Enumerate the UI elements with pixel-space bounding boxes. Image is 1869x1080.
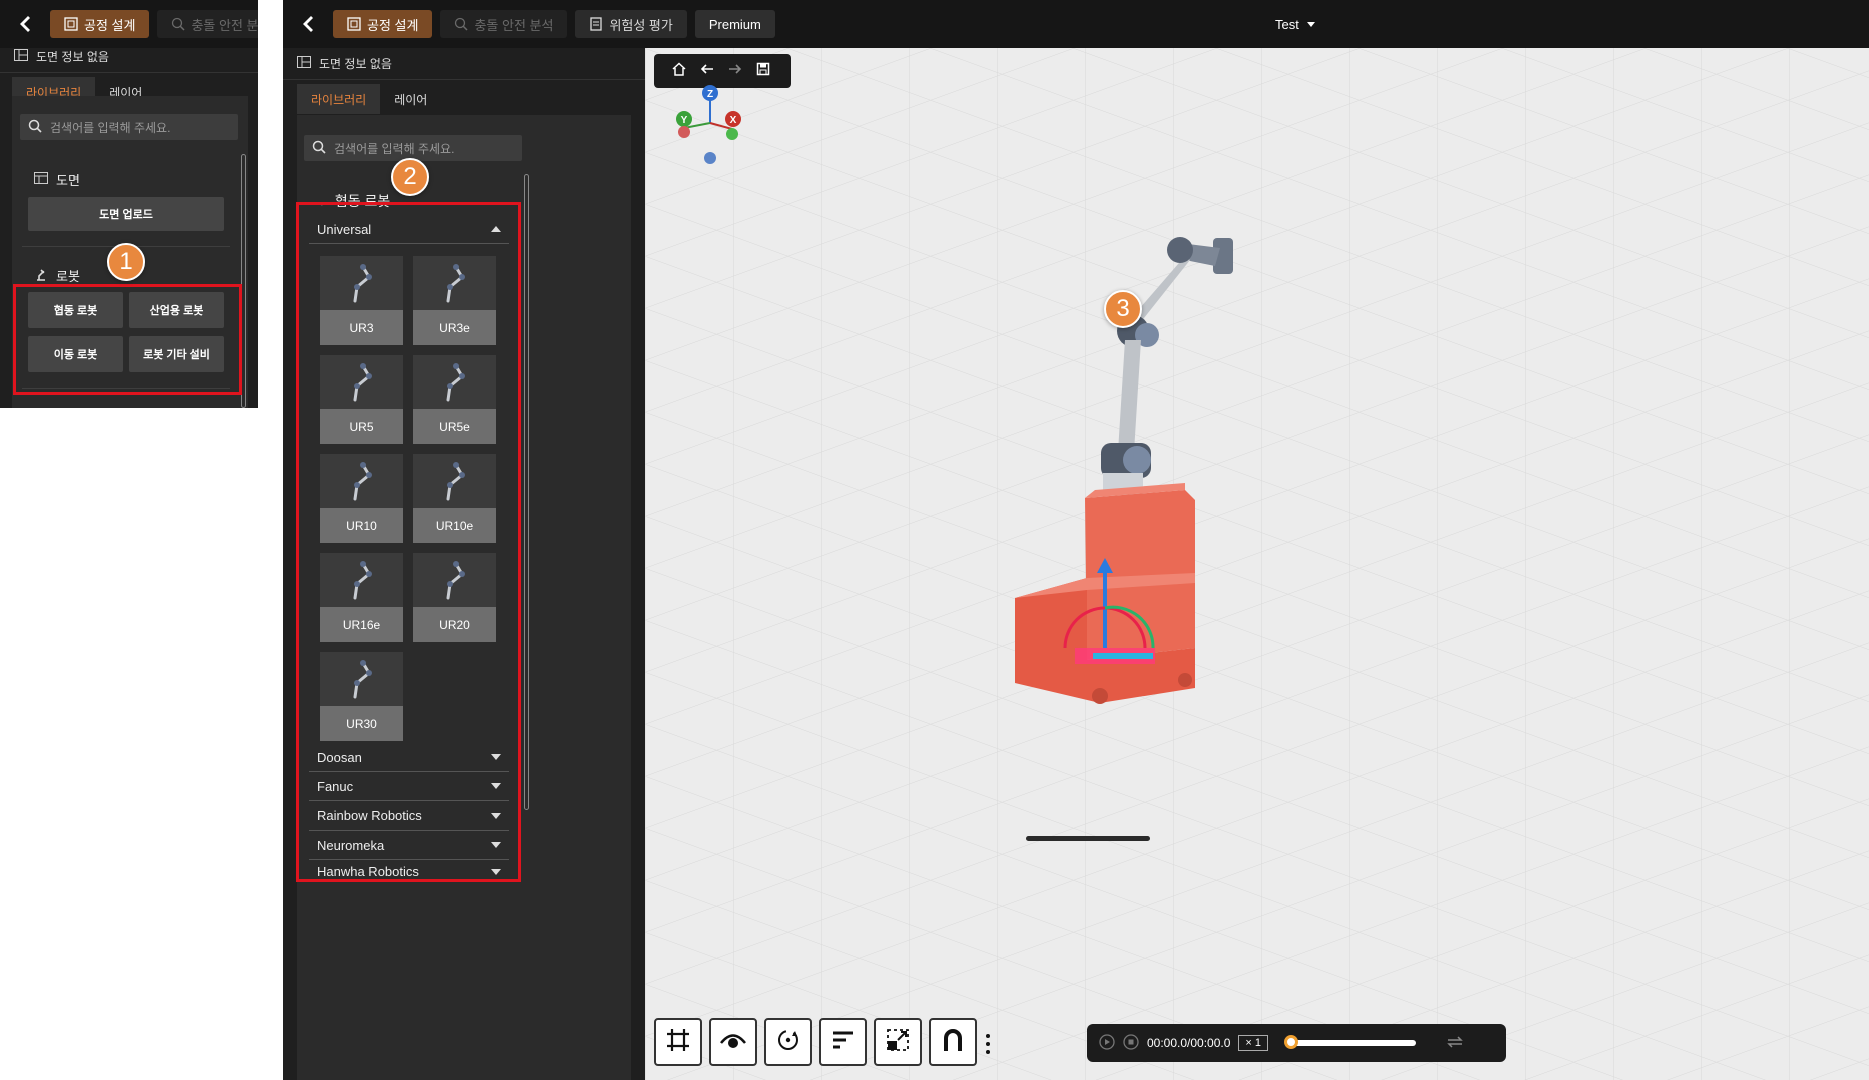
project-selector[interactable]: Test <box>1275 0 1315 48</box>
tab-library[interactable]: 라이브러리 <box>297 84 381 114</box>
search-input[interactable]: 검색어를 입력해 주세요. <box>304 135 522 161</box>
snap-tool-button[interactable] <box>929 1018 977 1066</box>
stop-icon[interactable] <box>1123 1033 1139 1053</box>
mode-collision-button[interactable]: 충돌 안전 분석 <box>157 10 258 38</box>
mode-design-button[interactable]: 공정 설계 <box>50 10 150 38</box>
layout-icon <box>347 17 361 31</box>
axis-x-label: X <box>730 115 737 126</box>
eye-icon <box>719 1030 747 1055</box>
step-badge-1: 1 <box>107 243 145 281</box>
chevron-down-icon <box>1306 21 1315 27</box>
viewport-resize-handle[interactable] <box>1026 836 1150 841</box>
step-badge-2: 2 <box>391 158 429 196</box>
highlight-box-2 <box>296 202 521 882</box>
tab-layer[interactable]: 레이어 <box>380 84 441 114</box>
slider-knob[interactable] <box>1284 1035 1299 1049</box>
rotate-icon <box>775 1027 801 1058</box>
axis-y-label: Y <box>681 115 688 126</box>
3d-viewport[interactable]: Z Y X 3 00:00.0/00:00.0 × 1 <box>645 48 1869 1080</box>
save-icon[interactable] <box>756 62 770 81</box>
rotate-tool-button[interactable] <box>764 1018 812 1066</box>
playback-time: 00:00.0/00:00.0 <box>1147 1036 1231 1050</box>
speed-selector[interactable]: × 1 <box>1238 1035 1269 1051</box>
mode-risk-button[interactable]: 위험성 평가 <box>575 10 687 38</box>
premium-button[interactable]: Premium <box>694 10 775 38</box>
drawing-icon <box>14 49 28 64</box>
playback-controls: 00:00.0/00:00.0 × 1 <box>1087 1024 1506 1062</box>
playback-slider[interactable] <box>1284 1035 1417 1049</box>
grid-icon <box>665 1027 691 1058</box>
library-tabs: 라이브러리 레이어 <box>283 84 645 114</box>
left-screenshot-crop: 공정 설계 충돌 안전 분석 도면 정보 없음 라이브러리 레이어 검색어를 입… <box>0 0 258 408</box>
align-left-icon <box>831 1030 855 1055</box>
robot-arm-icon <box>34 267 48 284</box>
drawing-icon <box>34 172 48 187</box>
search-input[interactable]: 검색어를 입력해 주세요. <box>20 114 238 140</box>
drawing-info-row: 도면 정보 없음 <box>0 41 258 73</box>
align-tool-button[interactable] <box>819 1018 867 1066</box>
scale-tool-button[interactable] <box>874 1018 922 1066</box>
highlight-box-1 <box>13 284 242 395</box>
grid-tool-button[interactable] <box>654 1018 702 1066</box>
mobile-cobot-model[interactable] <box>1005 228 1305 748</box>
logo-icon[interactable] <box>16 14 36 34</box>
redo-icon[interactable] <box>728 62 742 81</box>
mobile-base <box>1015 483 1195 704</box>
main-top-bar: 공정 설계 충돌 안전 분석 위험성 평가 Premium Test <box>283 0 1869 48</box>
drawing-category: 도면 <box>34 170 80 189</box>
loop-icon[interactable] <box>1446 1035 1464 1052</box>
library-panel: 도면 정보 없음 라이브러리 레이어 검색어를 입력해 주세요. ← 협동 로봇… <box>283 48 645 1080</box>
magnet-icon <box>941 1027 965 1058</box>
scrollbar[interactable] <box>524 174 529 810</box>
scale-icon <box>885 1027 911 1058</box>
drawing-icon <box>297 56 311 71</box>
drawing-upload-button[interactable]: 도면 업로드 <box>28 197 224 231</box>
mode-design-button[interactable]: 공정 설계 <box>333 10 433 38</box>
layout-icon <box>64 17 78 31</box>
axis-gizmo[interactable]: Z Y X <box>670 83 750 173</box>
view-tool-button[interactable] <box>709 1018 757 1066</box>
home-icon[interactable] <box>672 61 686 81</box>
axis-z-label: Z <box>707 89 713 100</box>
undo-icon[interactable] <box>700 62 714 81</box>
mode-collision-button[interactable]: 충돌 안전 분석 <box>440 10 568 38</box>
analysis-icon <box>171 17 185 31</box>
robot-arm <box>1101 237 1233 495</box>
logo-icon[interactable] <box>299 14 319 34</box>
document-icon <box>589 17 603 31</box>
search-icon <box>312 140 326 157</box>
step-badge-3: 3 <box>1104 290 1142 328</box>
more-options-icon[interactable] <box>985 1032 991 1056</box>
search-icon <box>28 119 42 136</box>
play-icon[interactable] <box>1099 1033 1115 1053</box>
analysis-icon <box>454 17 468 31</box>
drawing-info-row: 도면 정보 없음 <box>283 48 645 80</box>
robot-category: 로봇 <box>34 266 80 285</box>
